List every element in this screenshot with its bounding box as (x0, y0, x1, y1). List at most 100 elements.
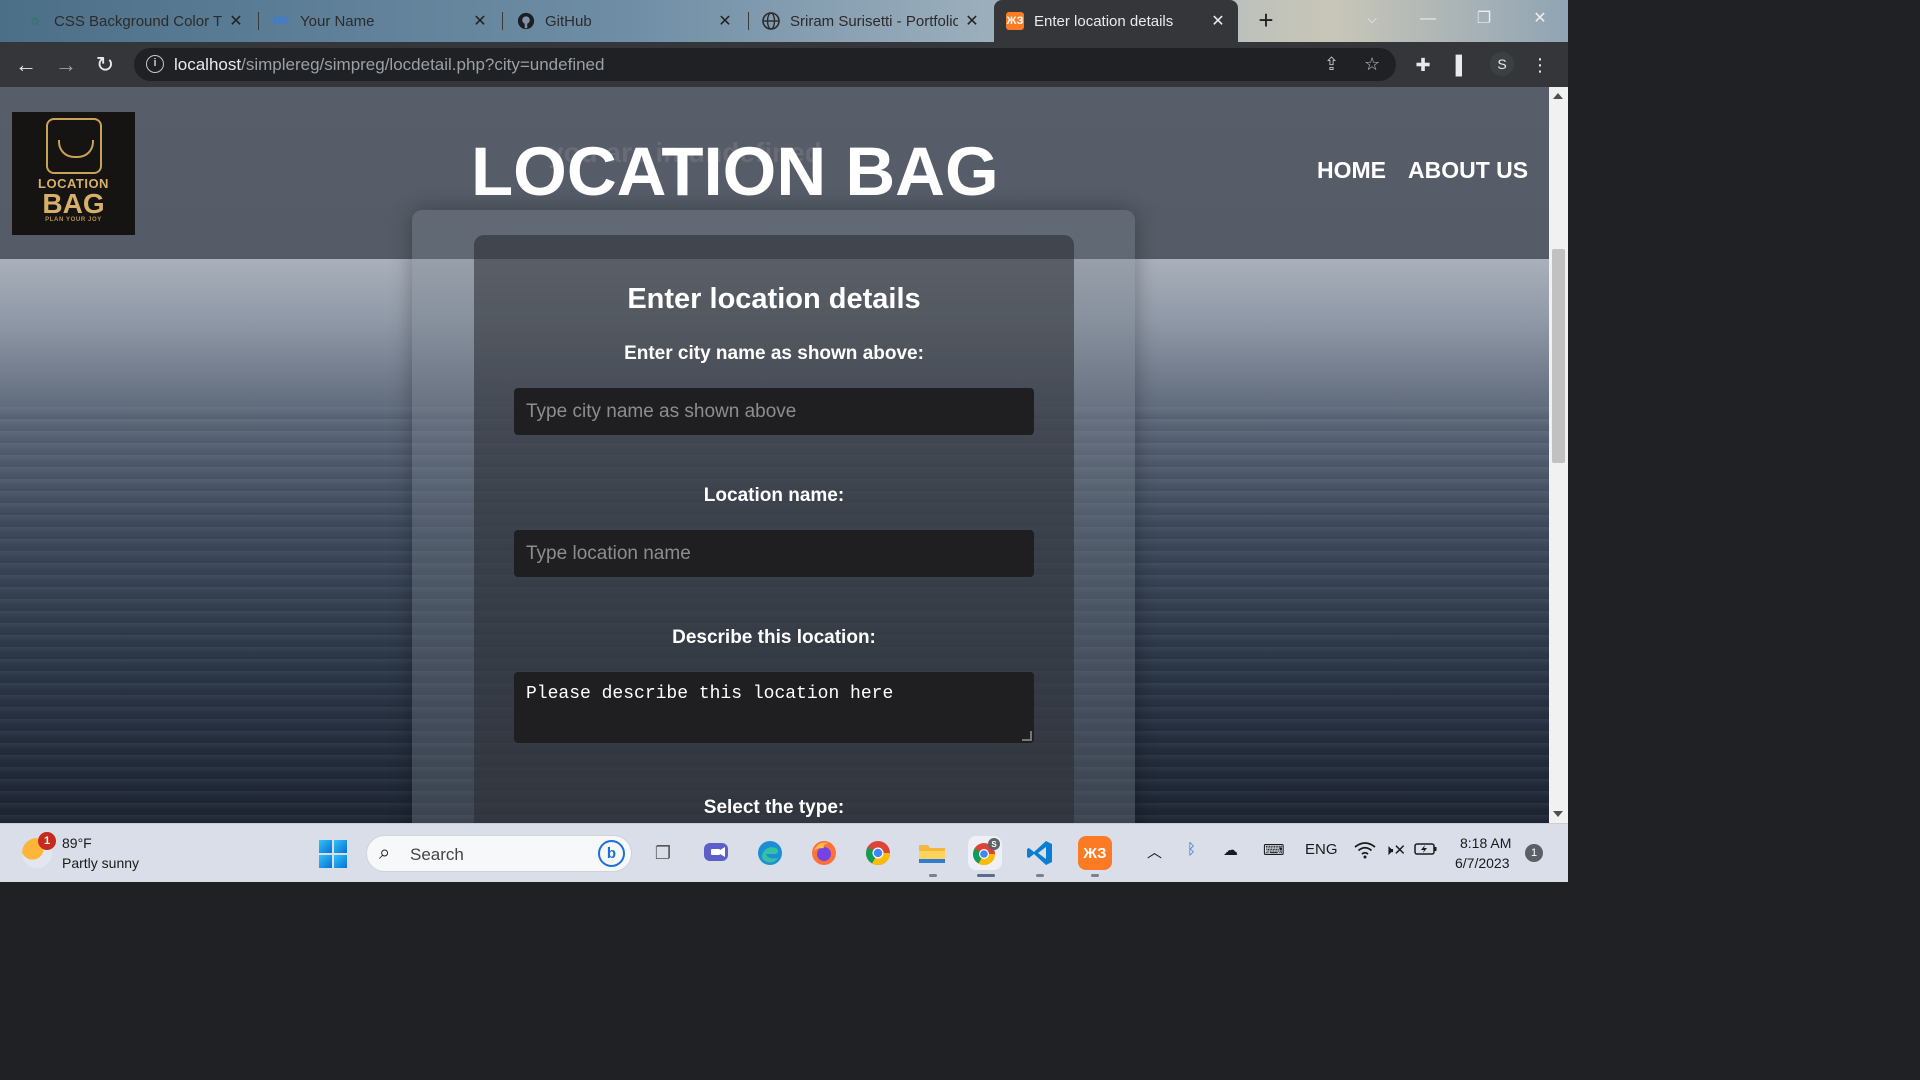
close-icon[interactable]: ✕ (1210, 11, 1226, 31)
globe-icon (762, 12, 780, 30)
weather-temperature[interactable]: 89°F (62, 835, 92, 851)
bookmark-star-icon[interactable]: ☆ (1364, 54, 1380, 75)
close-icon[interactable]: ✕ (717, 11, 733, 31)
task-view-icon[interactable]: ❐ (646, 836, 680, 870)
chatgpt-icon: ⚙ (30, 15, 40, 28)
page-scrollbar[interactable] (1549, 87, 1568, 823)
start-windows-icon[interactable] (319, 840, 347, 868)
scroll-down-icon[interactable] (1553, 811, 1563, 817)
bluetooth-icon[interactable]: ᛒ (1187, 841, 1196, 858)
site-logo[interactable]: LOCATION BAG PLAN YOUR JOY (12, 112, 135, 235)
nav-about-us[interactable]: ABOUT US (1408, 157, 1528, 184)
language-indicator[interactable]: ENG (1305, 841, 1338, 858)
battery-charging-icon[interactable] (1414, 841, 1438, 861)
close-icon[interactable]: ✕ (472, 11, 488, 31)
tab-title: Enter location details (1034, 12, 1174, 30)
new-tab-button[interactable]: + (1252, 6, 1280, 34)
describe-label: Describe this location: (672, 627, 876, 648)
volume-muted-icon[interactable]: 🕨✕ (1384, 841, 1406, 859)
location-input[interactable] (514, 530, 1034, 577)
github-icon (517, 12, 535, 30)
tab-css-background[interactable]: ⚙ CSS Background Color Tra ✕ (14, 4, 256, 38)
show-hidden-icons-chevron-icon[interactable]: ︿ (1147, 841, 1162, 862)
extensions-icon[interactable]: ✚ (1409, 51, 1437, 79)
notification-count-badge[interactable]: 1 (1525, 844, 1543, 862)
minimize-icon[interactable]: — (1400, 0, 1456, 40)
me-icon: ME (272, 15, 290, 27)
weather-description[interactable]: Partly sunny (62, 855, 139, 871)
menu-icon[interactable]: ⋮ (1526, 51, 1554, 79)
tab-title: Your Name (300, 12, 375, 30)
taskbar-search[interactable]: ⌕ Search b (366, 835, 632, 872)
city-input[interactable] (514, 388, 1034, 435)
running-indicator (929, 874, 937, 877)
logo-line2: BAG (42, 188, 105, 219)
edge-icon[interactable] (753, 836, 787, 870)
taskbar: 1 89°F Partly sunny ⌕ Search b ❐ S ЖЗ ︿ … (0, 823, 1568, 882)
site-title: LOCATION BAG (471, 133, 999, 210)
form-title: Enter location details (627, 283, 921, 315)
scrollbar-thumb[interactable] (1552, 249, 1565, 463)
location-form: Enter location details Enter city name a… (474, 235, 1074, 823)
xampp-icon: ЖЗ (1006, 12, 1024, 30)
tab-separator (258, 12, 259, 30)
close-icon[interactable]: ✕ (964, 11, 980, 31)
active-indicator (977, 874, 995, 877)
type-label: Select the type: (703, 797, 845, 818)
tab-separator (502, 12, 503, 30)
browser-toolbar: ← → ↻ i localhost/simplereg/simpreg/locd… (0, 42, 1568, 87)
onedrive-cloud-icon[interactable]: ☁ (1223, 841, 1238, 859)
teams-chat-icon[interactable] (699, 836, 733, 870)
tab-title: GitHub (545, 12, 592, 30)
logo-tagline: PLAN YOUR JOY (45, 217, 102, 223)
address-bar[interactable]: i localhost/simplereg/simpreg/locdetail.… (134, 48, 1396, 81)
chrome-icon[interactable] (861, 836, 895, 870)
tab-portfolio[interactable]: Sriram Surisetti - Portfolio ✕ (750, 4, 992, 38)
tab-separator (748, 12, 749, 30)
file-explorer-icon[interactable] (915, 836, 949, 870)
tab-search-icon[interactable]: ⌵ (1344, 0, 1400, 40)
chrome-profile-icon[interactable]: S (968, 836, 1002, 870)
clock-time[interactable]: 8:18 AM (1460, 835, 1511, 851)
search-icon: ⌕ (379, 842, 391, 864)
description-textarea[interactable]: Please describe this location here (514, 672, 1034, 743)
resize-handle-icon[interactable] (1022, 731, 1032, 741)
firefox-icon[interactable] (807, 836, 841, 870)
url-host: localhost (174, 55, 242, 74)
svg-text:S: S (991, 840, 997, 849)
restore-icon[interactable]: ❐ (1456, 0, 1512, 40)
running-indicator (1091, 874, 1099, 877)
weather-badge: 1 (38, 832, 56, 850)
side-panel-icon[interactable]: ▌ (1448, 51, 1476, 79)
tab-enter-location-details[interactable]: ЖЗ Enter location details ✕ (994, 0, 1238, 42)
url-text[interactable]: localhost/simplereg/simpreg/locdetail.ph… (174, 55, 604, 75)
share-icon[interactable]: ⇪ (1324, 54, 1339, 75)
wifi-icon[interactable] (1354, 841, 1376, 863)
page-viewport: LOCATION BAG PLAN YOUR JOY you are in un… (0, 87, 1549, 823)
close-icon[interactable]: ✕ (228, 11, 244, 31)
vscode-icon[interactable] (1023, 836, 1057, 870)
city-label: Enter city name as shown above: (624, 343, 924, 364)
tab-github[interactable]: GitHub ✕ (505, 4, 745, 38)
forward-icon[interactable]: → (52, 51, 80, 79)
xampp-icon[interactable]: ЖЗ (1078, 836, 1112, 870)
scroll-up-icon[interactable] (1553, 93, 1563, 99)
browser-tab-strip: ⚙ CSS Background Color Tra ✕ ME Your Nam… (0, 0, 1568, 42)
taskbar-search-label: Search (410, 845, 464, 864)
clock-date[interactable]: 6/7/2023 (1455, 855, 1510, 871)
tab-your-name[interactable]: ME Your Name ✕ (260, 4, 500, 38)
reload-icon[interactable]: ↻ (91, 51, 119, 79)
url-path: /simplereg/simpreg/locdetail.php?city=un… (241, 55, 605, 74)
profile-avatar[interactable]: S (1490, 52, 1514, 76)
location-label: Location name: (703, 485, 845, 506)
back-icon[interactable]: ← (12, 51, 40, 79)
nav-home[interactable]: HOME (1317, 157, 1386, 184)
close-window-icon[interactable]: ✕ (1512, 0, 1568, 40)
running-indicator (1036, 874, 1044, 877)
site-info-icon[interactable]: i (146, 55, 164, 73)
keyboard-icon[interactable]: ⌨ (1263, 841, 1285, 859)
tab-title: CSS Background Color Tra (54, 12, 222, 30)
tab-title: Sriram Surisetti - Portfolio (790, 12, 958, 30)
logo-emblem-icon (45, 118, 102, 174)
bing-icon[interactable]: b (598, 840, 625, 867)
